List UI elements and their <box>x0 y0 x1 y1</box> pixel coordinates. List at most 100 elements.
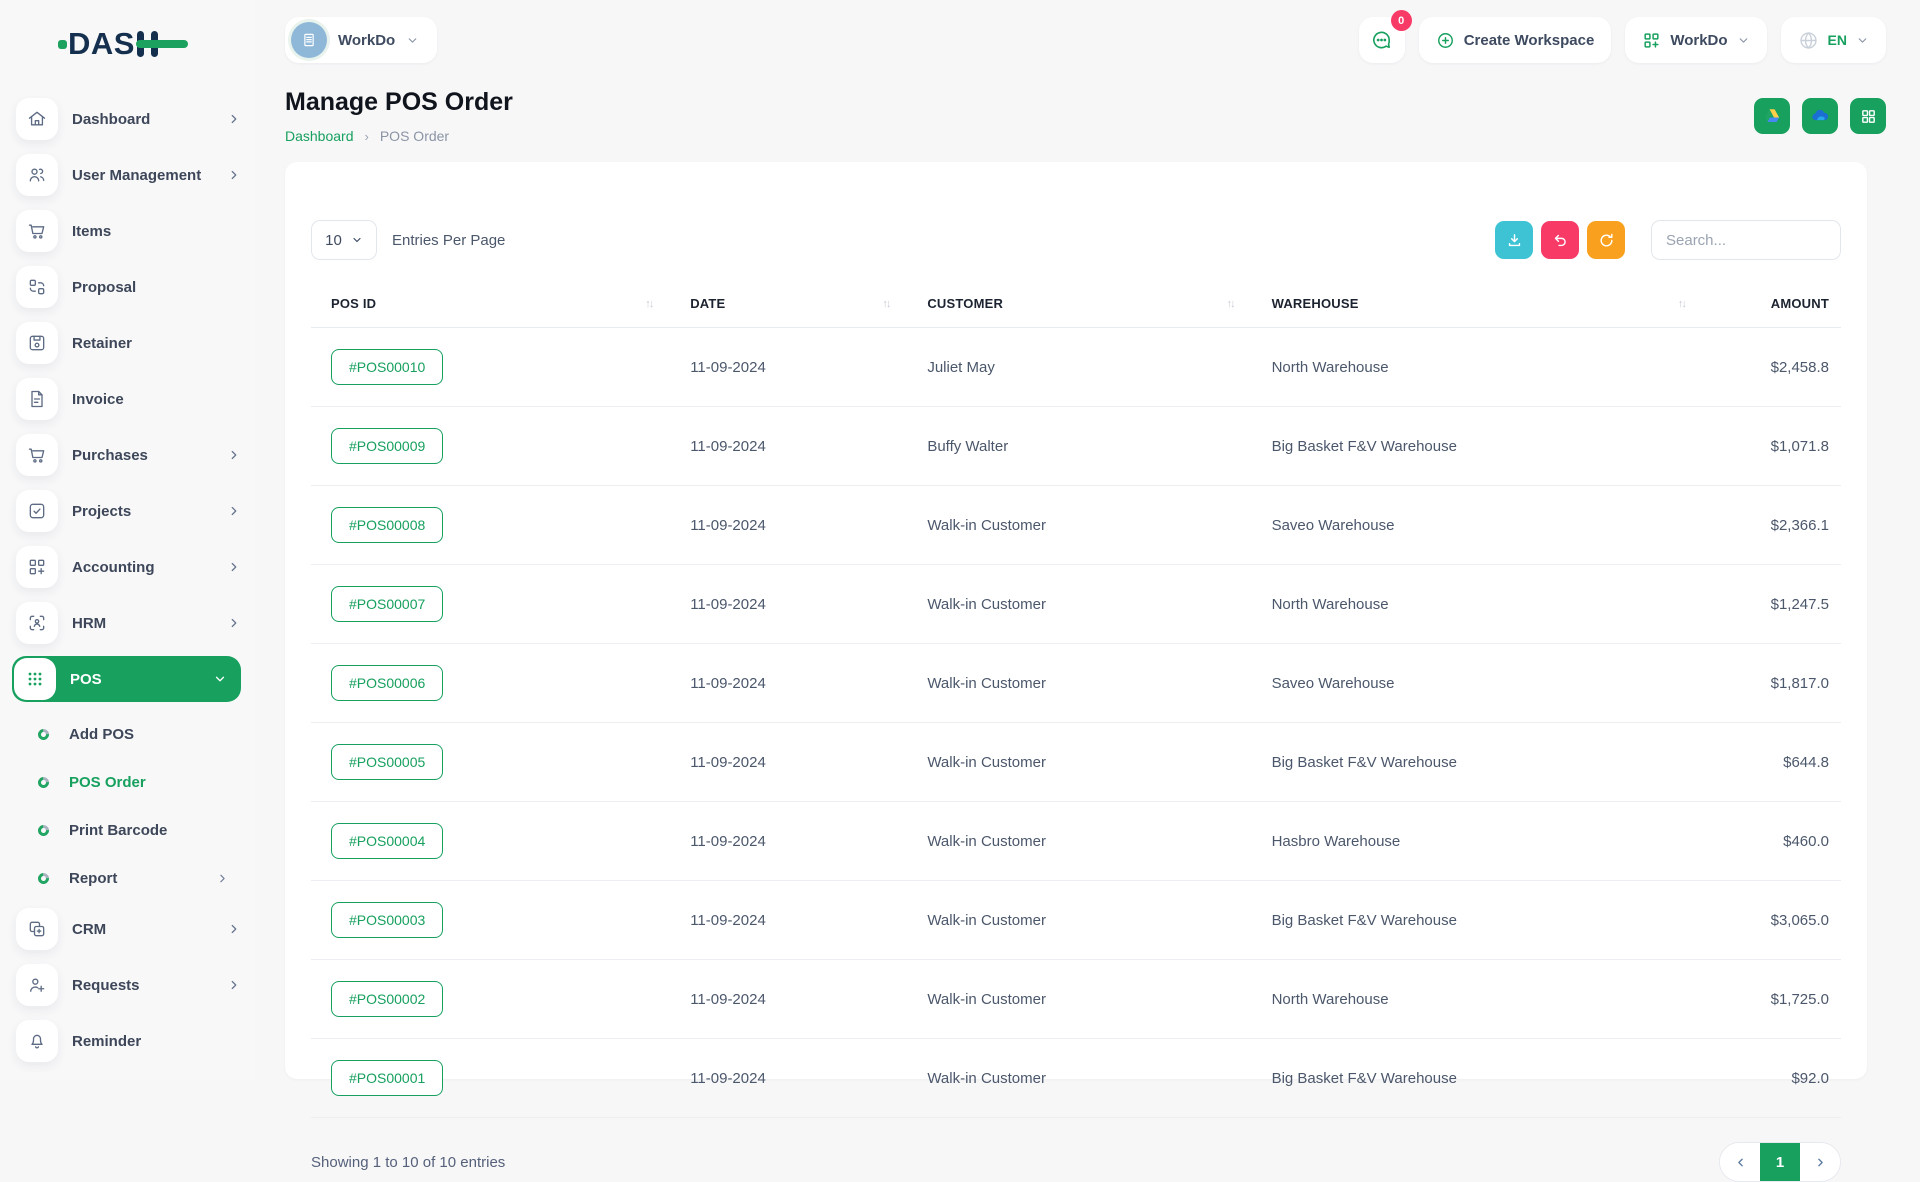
amount-cell: $1,071.8 <box>1711 407 1841 486</box>
bullet-icon <box>36 870 51 885</box>
date-cell: 11-09-2024 <box>678 328 915 407</box>
grid-view-button[interactable] <box>1850 98 1886 134</box>
amount-cell: $2,366.1 <box>1711 486 1841 565</box>
sidebar-item-invoice[interactable]: Invoice <box>16 376 241 422</box>
page-number-button[interactable]: 1 <box>1760 1143 1800 1181</box>
next-page-button[interactable] <box>1800 1143 1840 1181</box>
pagination: 1 <box>1719 1142 1841 1182</box>
amount-cell: $1,247.5 <box>1711 565 1841 644</box>
date-cell: 11-09-2024 <box>678 881 915 960</box>
sidebar-nav: Dashboard User Management Items Pr <box>0 96 255 1084</box>
sidebar: DAS Dashboard User Management <box>0 0 255 1080</box>
refresh-icon <box>1598 232 1615 249</box>
export-button[interactable] <box>1495 221 1533 259</box>
bullet-icon <box>36 822 51 837</box>
messages-button[interactable]: 0 <box>1359 17 1405 63</box>
previous-page-button[interactable] <box>1720 1143 1760 1181</box>
table-row: #POS0000211-09-2024Walk-in CustomerNorth… <box>311 960 1841 1039</box>
amount-cell: $92.0 <box>1711 1039 1841 1118</box>
chevron-right-icon <box>216 872 229 885</box>
refresh-button[interactable] <box>1587 221 1625 259</box>
sidebar-item-reminder[interactable]: Reminder <box>16 1018 241 1064</box>
search-input[interactable] <box>1651 220 1841 260</box>
grid-icon <box>1860 108 1877 125</box>
amount-cell: $1,817.0 <box>1711 644 1841 723</box>
table-row: #POS0001011-09-2024Juliet MayNorth Wareh… <box>311 328 1841 407</box>
sidebar-item-dashboard[interactable]: Dashboard <box>16 96 241 142</box>
reset-button[interactable] <box>1541 221 1579 259</box>
pos-id-badge[interactable]: #POS00009 <box>331 428 443 464</box>
sidebar-item-accounting[interactable]: Accounting <box>16 544 241 590</box>
sidebar-item-hrm[interactable]: HRM <box>16 600 241 646</box>
sidebar-item-user-management[interactable]: User Management <box>16 152 241 198</box>
sort-icon[interactable]: ↑↓ <box>1227 298 1234 310</box>
sort-icon[interactable]: ↑↓ <box>882 298 889 310</box>
sidebar-item-purchases[interactable]: Purchases <box>16 432 241 478</box>
main-content: WorkDo 0 Create Workspace <box>255 0 1920 1080</box>
google-drive-button[interactable] <box>1754 98 1790 134</box>
sidebar-item-proposal[interactable]: Proposal <box>16 264 241 310</box>
chat-icon <box>1370 29 1393 52</box>
customer-cell: Walk-in Customer <box>915 486 1259 565</box>
download-icon <box>1506 232 1523 249</box>
sidebar-item-pos[interactable]: POS <box>12 656 241 702</box>
chevron-right-icon <box>227 112 241 126</box>
table-row: #POS0000511-09-2024Walk-in CustomerBig B… <box>311 723 1841 802</box>
date-cell: 11-09-2024 <box>678 960 915 1039</box>
customer-cell: Buffy Walter <box>915 407 1259 486</box>
sidebar-item-requests[interactable]: Requests <box>16 962 241 1008</box>
page-head: Manage POS Order Dashboard › POS Order <box>255 72 1920 144</box>
file-text-icon <box>16 378 58 420</box>
table-row: #POS0000311-09-2024Walk-in CustomerBig B… <box>311 881 1841 960</box>
table-footer: Showing 1 to 10 of 10 entries 1 <box>311 1142 1841 1182</box>
plus-circle-icon <box>1436 31 1455 50</box>
chevron-right-icon <box>227 168 241 182</box>
sort-icon[interactable]: ↑↓ <box>645 298 652 310</box>
sidebar-subitem-add-pos[interactable]: Add POS <box>38 714 229 754</box>
pos-id-badge[interactable]: #POS00010 <box>331 349 443 385</box>
swap-grid-icon <box>16 266 58 308</box>
breadcrumb-current: POS Order <box>380 128 449 144</box>
page-title: Manage POS Order <box>285 88 513 117</box>
pos-id-badge[interactable]: #POS00008 <box>331 507 443 543</box>
table-row: #POS0000811-09-2024Walk-in CustomerSaveo… <box>311 486 1841 565</box>
sidebar-item-crm[interactable]: CRM <box>16 906 241 952</box>
warehouse-cell: North Warehouse <box>1260 565 1711 644</box>
topbar-actions: 0 Create Workspace WorkDo <box>1359 17 1886 63</box>
amount-cell: $460.0 <box>1711 802 1841 881</box>
sidebar-subitem-pos-order[interactable]: POS Order <box>38 762 229 802</box>
pos-id-badge[interactable]: #POS00007 <box>331 586 443 622</box>
app-switcher-button[interactable]: WorkDo <box>1625 17 1766 63</box>
sidebar-item-retainer[interactable]: Retainer <box>16 320 241 366</box>
sidebar-subitem-report[interactable]: Report <box>38 858 229 898</box>
chevron-down-icon <box>351 234 363 246</box>
pos-id-badge[interactable]: #POS00004 <box>331 823 443 859</box>
entries-per-page-select[interactable]: 10 <box>311 220 377 260</box>
chevron-right-icon <box>227 560 241 574</box>
breadcrumb-dashboard-link[interactable]: Dashboard <box>285 128 354 144</box>
chevron-down-icon <box>1856 34 1869 47</box>
google-drive-icon <box>1763 107 1781 125</box>
pos-id-badge[interactable]: #POS00003 <box>331 902 443 938</box>
workspace-selector[interactable]: WorkDo <box>285 17 437 63</box>
language-selector[interactable]: EN <box>1781 17 1886 63</box>
pos-id-badge[interactable]: #POS00006 <box>331 665 443 701</box>
pos-id-badge[interactable]: #POS00002 <box>331 981 443 1017</box>
logo-dot <box>58 40 67 49</box>
grid-plus-icon <box>1642 31 1661 50</box>
brand-logo[interactable]: DAS <box>58 26 255 62</box>
bullet-icon <box>36 774 51 789</box>
pos-id-badge[interactable]: #POS00005 <box>331 744 443 780</box>
table-row: #POS0000911-09-2024Buffy WalterBig Baske… <box>311 407 1841 486</box>
warehouse-cell: North Warehouse <box>1260 328 1711 407</box>
sidebar-item-items[interactable]: Items <box>16 208 241 254</box>
onedrive-button[interactable] <box>1802 98 1838 134</box>
pos-id-cell: #POS00010 <box>311 328 678 407</box>
warehouse-cell: Saveo Warehouse <box>1260 486 1711 565</box>
user-plus-icon <box>16 964 58 1006</box>
create-workspace-button[interactable]: Create Workspace <box>1419 17 1612 63</box>
sidebar-subitem-print-barcode[interactable]: Print Barcode <box>38 810 229 850</box>
pos-id-badge[interactable]: #POS00001 <box>331 1060 443 1096</box>
sort-icon[interactable]: ↑↓ <box>1678 298 1685 310</box>
sidebar-item-projects[interactable]: Projects <box>16 488 241 534</box>
